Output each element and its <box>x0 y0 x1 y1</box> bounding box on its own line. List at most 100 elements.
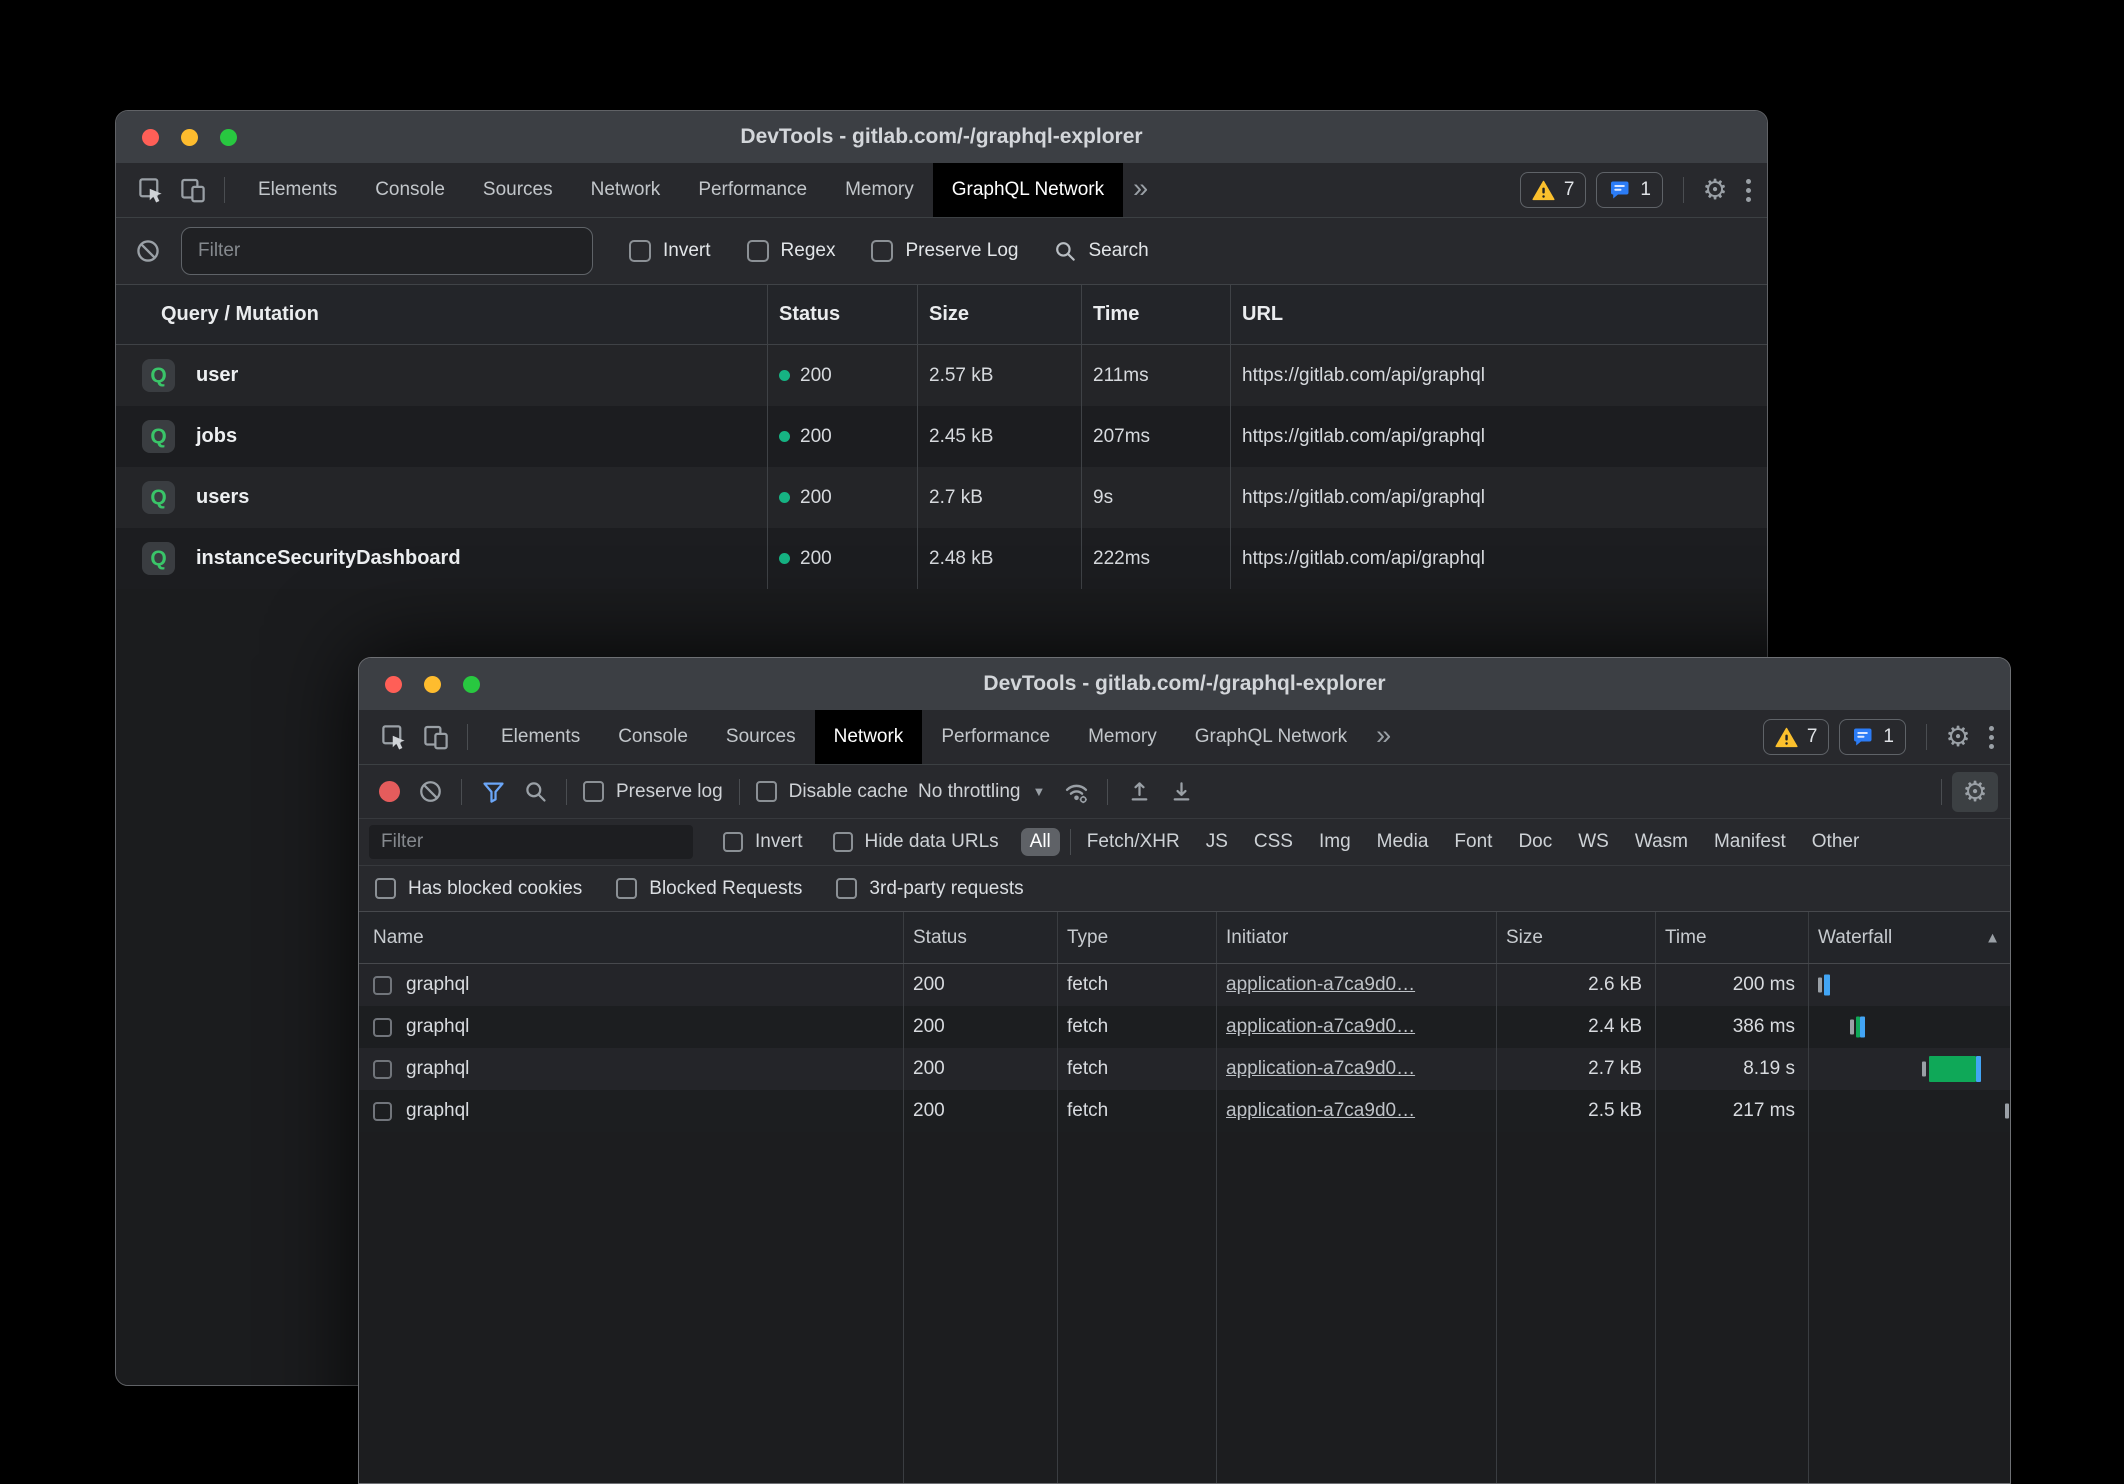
filter-type-font[interactable]: Font <box>1454 831 1492 853</box>
tab-graphql-network[interactable]: GraphQL Network <box>933 163 1123 217</box>
tab-sources[interactable]: Sources <box>707 710 815 764</box>
disable-cache-checkbox[interactable]: Disable cache <box>756 781 908 803</box>
filter-type-ws[interactable]: WS <box>1578 831 1609 853</box>
hide-data-urls-checkbox[interactable]: Hide data URLs <box>833 831 999 853</box>
tab-performance[interactable]: Performance <box>679 163 826 217</box>
invert-checkbox[interactable]: Invert <box>723 831 803 853</box>
more-options-icon[interactable] <box>1989 726 1994 749</box>
request-checkbox[interactable] <box>373 1060 392 1079</box>
column-header-status[interactable]: Status <box>904 912 1058 963</box>
record-button[interactable] <box>379 781 400 802</box>
tab-console[interactable]: Console <box>356 163 464 217</box>
column-header-status[interactable]: Status <box>768 285 918 344</box>
filter-type-img[interactable]: Img <box>1319 831 1351 853</box>
zoom-button[interactable] <box>463 676 480 693</box>
import-har-icon[interactable] <box>1123 776 1155 808</box>
network-filter-input[interactable] <box>369 825 693 859</box>
messages-badge[interactable]: 1 <box>1839 719 1906 755</box>
request-checkbox[interactable] <box>373 1102 392 1121</box>
column-header-query-mutation[interactable]: Query / Mutation <box>116 285 768 344</box>
clear-network-log-icon[interactable] <box>414 776 446 808</box>
preserve-log-checkbox[interactable]: Preserve log <box>583 781 723 803</box>
tab-console[interactable]: Console <box>599 710 707 764</box>
export-har-icon[interactable] <box>1165 776 1197 808</box>
request-checkbox[interactable] <box>373 976 392 995</box>
warnings-badge[interactable]: 7 <box>1520 172 1587 208</box>
tab-elements[interactable]: Elements <box>239 163 356 217</box>
initiator-link[interactable]: application-a7ca9d0… <box>1226 974 1415 996</box>
query-row-users[interactable]: Qusers2002.7 kB9shttps://gitlab.com/api/… <box>116 467 1767 528</box>
column-header-time[interactable]: Time <box>1656 912 1809 963</box>
settings-gear-icon[interactable]: ⚙ <box>1699 174 1731 206</box>
tab-memory[interactable]: Memory <box>826 163 933 217</box>
filter-type-wasm[interactable]: Wasm <box>1635 831 1688 853</box>
column-header-time[interactable]: Time <box>1082 285 1231 344</box>
warnings-badge[interactable]: 7 <box>1763 719 1830 755</box>
column-header-size[interactable]: Size <box>918 285 1082 344</box>
network-conditions-icon[interactable] <box>1060 776 1092 808</box>
tab-network[interactable]: Network <box>572 163 680 217</box>
tab-graphql-network[interactable]: GraphQL Network <box>1176 710 1366 764</box>
close-button[interactable] <box>142 129 159 146</box>
option-3rd-party-requests[interactable]: 3rd-party requests <box>836 878 1023 900</box>
more-tabs-icon[interactable]: » <box>1376 720 1391 751</box>
request-checkbox[interactable] <box>373 1018 392 1037</box>
inspect-element-icon[interactable] <box>135 174 167 206</box>
filter-type-manifest[interactable]: Manifest <box>1714 831 1786 853</box>
query-row-user[interactable]: Quser2002.57 kB211mshttps://gitlab.com/a… <box>116 345 1767 406</box>
column-header-waterfall[interactable]: Waterfall ▲ <box>1809 912 2010 963</box>
more-tabs-icon[interactable]: » <box>1133 173 1148 204</box>
filter-type-css[interactable]: CSS <box>1254 831 1293 853</box>
filter-type-media[interactable]: Media <box>1377 831 1429 853</box>
minimize-button[interactable] <box>181 129 198 146</box>
filter-type-fetch-xhr[interactable]: Fetch/XHR <box>1087 831 1180 853</box>
filter-type-doc[interactable]: Doc <box>1518 831 1552 853</box>
regex-checkbox[interactable]: Regex <box>747 240 836 262</box>
close-button[interactable] <box>385 676 402 693</box>
filter-input[interactable] <box>181 227 593 275</box>
back-titlebar[interactable]: DevTools - gitlab.com/-/graphql-explorer <box>116 111 1767 163</box>
tab-sources[interactable]: Sources <box>464 163 572 217</box>
column-header-name[interactable]: Name <box>359 912 904 963</box>
search-control[interactable]: Search <box>1052 238 1148 264</box>
tab-network[interactable]: Network <box>815 710 923 764</box>
filter-type-js[interactable]: JS <box>1206 831 1228 853</box>
invert-checkbox[interactable]: Invert <box>629 240 711 262</box>
device-toolbar-icon[interactable] <box>177 174 209 206</box>
request-row[interactable]: graphql200fetchapplication-a7ca9d0…2.7 k… <box>359 1048 2010 1090</box>
messages-badge[interactable]: 1 <box>1596 172 1663 208</box>
clear-icon[interactable] <box>132 235 164 267</box>
device-toolbar-icon[interactable] <box>420 721 452 753</box>
more-options-icon[interactable] <box>1746 179 1751 202</box>
minimize-button[interactable] <box>424 676 441 693</box>
initiator-link[interactable]: application-a7ca9d0… <box>1226 1100 1415 1122</box>
settings-gear-icon[interactable]: ⚙ <box>1942 721 1974 753</box>
network-settings-gear-icon[interactable]: ⚙ <box>1952 772 1998 812</box>
tab-elements[interactable]: Elements <box>482 710 599 764</box>
zoom-button[interactable] <box>220 129 237 146</box>
filter-type-all[interactable]: All <box>1021 828 1060 856</box>
column-header-type[interactable]: Type <box>1058 912 1217 963</box>
inspect-element-icon[interactable] <box>378 721 410 753</box>
initiator-link[interactable]: application-a7ca9d0… <box>1226 1016 1415 1038</box>
front-titlebar[interactable]: DevTools - gitlab.com/-/graphql-explorer <box>359 658 2010 710</box>
column-header-initiator[interactable]: Initiator <box>1217 912 1497 963</box>
tab-performance[interactable]: Performance <box>922 710 1069 764</box>
column-header-size[interactable]: Size <box>1497 912 1656 963</box>
throttling-select[interactable]: No throttling ▼ <box>918 781 1045 803</box>
checkbox-icon <box>583 781 604 802</box>
column-header-url[interactable]: URL <box>1231 285 1767 344</box>
filter-funnel-icon[interactable] <box>477 776 509 808</box>
request-row[interactable]: graphql200fetchapplication-a7ca9d0…2.6 k… <box>359 964 2010 1006</box>
preserve-log-checkbox[interactable]: Preserve Log <box>871 240 1018 262</box>
tab-memory[interactable]: Memory <box>1069 710 1176 764</box>
request-row[interactable]: graphql200fetchapplication-a7ca9d0…2.4 k… <box>359 1006 2010 1048</box>
initiator-link[interactable]: application-a7ca9d0… <box>1226 1058 1415 1080</box>
request-row[interactable]: graphql200fetchapplication-a7ca9d0…2.5 k… <box>359 1090 2010 1132</box>
search-icon[interactable] <box>519 776 551 808</box>
option-blocked-requests[interactable]: Blocked Requests <box>616 878 802 900</box>
filter-type-other[interactable]: Other <box>1812 831 1860 853</box>
query-row-jobs[interactable]: Qjobs2002.45 kB207mshttps://gitlab.com/a… <box>116 406 1767 467</box>
query-row-instancesecuritydashboard[interactable]: QinstanceSecurityDashboard2002.48 kB222m… <box>116 528 1767 589</box>
option-has-blocked-cookies[interactable]: Has blocked cookies <box>375 878 582 900</box>
